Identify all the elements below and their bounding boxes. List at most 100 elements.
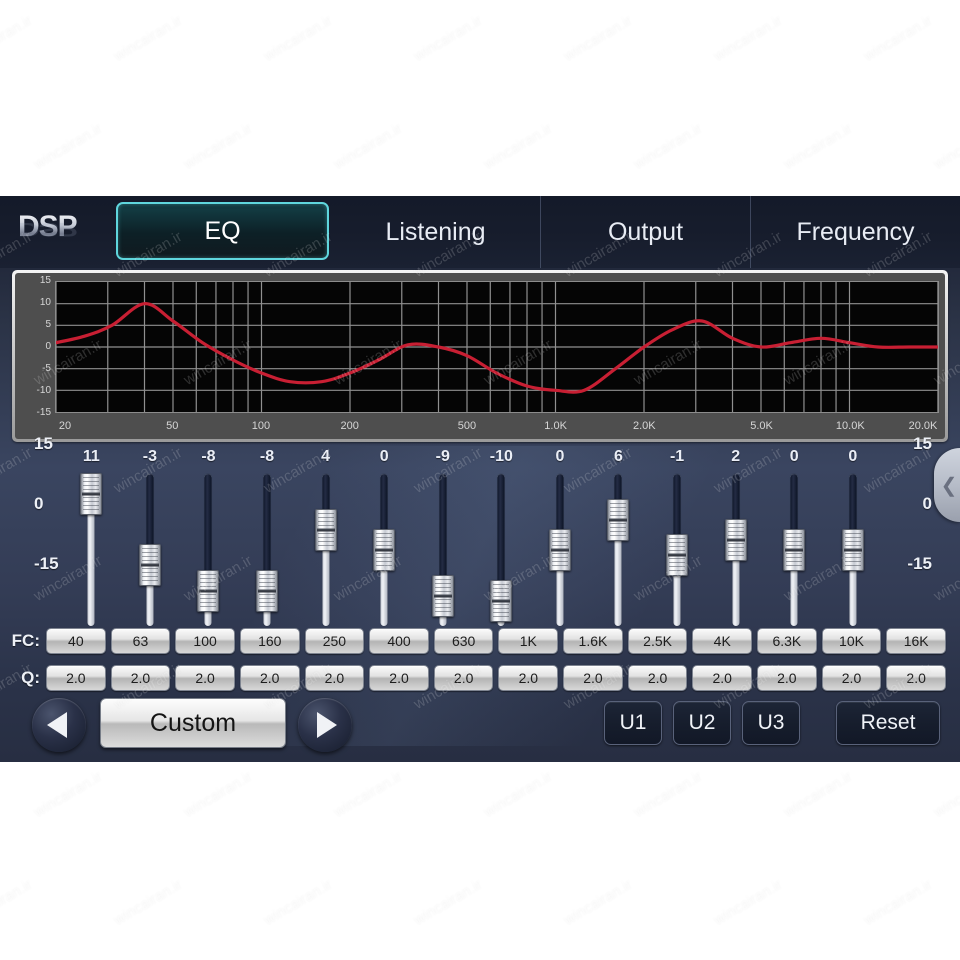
q-chip[interactable]: 2.0 <box>369 665 429 691</box>
q-chip[interactable]: 2.0 <box>175 665 235 691</box>
watermark-text: wincairan.ir <box>780 768 856 821</box>
preset-next-button[interactable] <box>298 698 352 752</box>
panel-collapse-handle[interactable]: ❮ <box>934 448 960 522</box>
slider-thumb[interactable] <box>431 574 454 617</box>
slider-thumb[interactable] <box>80 473 103 516</box>
dsp-panel: DSP DSP EQ Listening Output Frequency 15 10 5… <box>0 196 960 762</box>
chevron-left-icon: ❮ <box>940 474 958 497</box>
watermark-text: wincairan.ir <box>710 12 786 65</box>
band-slider-16K[interactable] <box>824 474 883 626</box>
preset-prev-button[interactable] <box>32 698 86 752</box>
tab-label: EQ <box>204 216 241 245</box>
band-slider-2.5K[interactable] <box>589 474 648 626</box>
fc-chip[interactable]: 16K <box>886 628 946 654</box>
slider-thumb[interactable] <box>724 518 747 561</box>
slider-thumb[interactable] <box>607 498 630 541</box>
fc-chip[interactable]: 630 <box>433 628 494 654</box>
watermark-text: wincairan.ir <box>410 12 486 65</box>
triangle-left-icon <box>47 712 67 738</box>
slider-thumb[interactable] <box>548 529 571 571</box>
slider-thumb[interactable] <box>841 529 864 571</box>
slider-thumb[interactable] <box>314 508 337 551</box>
band-slider-1.6K[interactable] <box>531 474 590 626</box>
band-slider-400[interactable] <box>355 474 414 626</box>
q-chip[interactable]: 2.0 <box>692 665 753 691</box>
q-chip[interactable]: 2.0 <box>563 665 623 691</box>
band-slider-4K[interactable] <box>648 474 707 626</box>
fc-chip[interactable]: 6.3K <box>757 628 817 654</box>
tab-listening[interactable]: Listening <box>331 196 541 268</box>
watermark-text: wincairan.ir <box>30 768 106 821</box>
band-slider-63[interactable] <box>121 474 180 626</box>
watermark-text: wincairan.ir <box>630 768 706 821</box>
user-preset-u2-button[interactable]: U2 <box>673 701 731 745</box>
watermark-text: wincairan.ir <box>930 768 960 821</box>
scale-left-top: 15 <box>34 434 53 453</box>
tab-list: EQ Listening Output Frequency <box>116 196 960 268</box>
triangle-right-icon <box>317 712 337 738</box>
q-chip[interactable]: 2.0 <box>304 665 365 691</box>
eq-graph-frame: 15 10 5 0 -5 -10 -15 20 50 100 200 500 1.0K 2.0K 5.0K… <box>12 270 948 442</box>
slider-thumb[interactable] <box>783 529 806 571</box>
q-chip[interactable]: 2.0 <box>627 665 688 691</box>
q-chip[interactable]: 2.0 <box>239 665 300 691</box>
user-preset-u3-button[interactable]: U3 <box>742 701 800 745</box>
band-gain-values: 11 -3 -8 -8 4 0 -9 -10 0 6 -1 2 0 0 <box>62 448 882 470</box>
q-chip[interactable]: 2.0 <box>110 665 171 691</box>
band-slider-160[interactable] <box>238 474 297 626</box>
tab-eq[interactable]: EQ <box>116 202 329 260</box>
q-chip[interactable]: 2.0 <box>46 665 106 691</box>
watermark-text: wincairan.ir <box>860 12 936 65</box>
tab-label: Frequency <box>796 217 915 246</box>
eq-curve-svg <box>56 282 938 412</box>
band-gain-value: -3 <box>142 448 157 465</box>
slider-thumb-notch <box>433 594 452 598</box>
fc-chip[interactable]: 400 <box>369 628 429 654</box>
q-chip[interactable]: 2.0 <box>757 665 817 691</box>
watermark-text: wincairan.ir <box>480 768 556 821</box>
fc-chip[interactable]: 2.5K <box>627 628 688 654</box>
slider-thumb[interactable] <box>490 579 513 622</box>
slider-thumb[interactable] <box>138 544 161 587</box>
slider-thumb[interactable] <box>666 534 689 577</box>
fc-chip[interactable]: 10K <box>821 628 882 654</box>
fc-chip[interactable]: 100 <box>175 628 235 654</box>
q-chip[interactable]: 2.0 <box>821 665 882 691</box>
band-gain-value: 4 <box>321 448 331 465</box>
fc-chip[interactable]: 40 <box>46 628 106 654</box>
tab-frequency[interactable]: Frequency <box>751 196 960 268</box>
slider-thumb[interactable] <box>373 529 396 571</box>
band-slider-250[interactable] <box>296 474 355 626</box>
graph-y-tick: 10 <box>39 297 51 308</box>
slider-track[interactable] <box>614 474 622 626</box>
reset-button[interactable]: Reset <box>836 701 940 745</box>
preset-name-button[interactable]: Custom <box>100 698 286 748</box>
q-chip[interactable]: 2.0 <box>433 665 494 691</box>
slider-thumb-notch <box>609 518 628 522</box>
user-preset-u1-button[interactable]: U1 <box>604 701 662 745</box>
fc-chip[interactable]: 1K <box>498 628 559 654</box>
slider-thumb[interactable] <box>256 569 279 612</box>
slider-thumb[interactable] <box>197 569 220 612</box>
band-slider-40[interactable] <box>62 473 121 626</box>
graph-x-tick: 1.0K <box>544 420 567 432</box>
scale-right-bottom: -15 <box>907 554 932 573</box>
band-slider-100[interactable] <box>179 474 238 626</box>
fc-chip[interactable]: 160 <box>239 628 300 654</box>
fc-chip[interactable]: 250 <box>304 628 365 654</box>
q-chip[interactable]: 2.0 <box>498 665 559 691</box>
fc-chip[interactable]: 63 <box>110 628 171 654</box>
slider-thumb-notch <box>82 492 101 496</box>
fc-chip[interactable]: 4K <box>692 628 753 654</box>
band-slider-6.3K[interactable] <box>706 474 765 626</box>
tab-output[interactable]: Output <box>541 196 751 268</box>
band-slider-630[interactable] <box>413 474 472 626</box>
fc-chip-list: 40 63 100 160 250 400 630 1K 1.6K 2.5K 4K 6.3K 10K 16… <box>46 628 960 654</box>
graph-x-tick: 5.0K <box>750 420 773 432</box>
band-slider-10K[interactable] <box>765 474 824 626</box>
graph-x-tick: 50 <box>166 420 179 432</box>
tab-bar: DSP DSP EQ Listening Output Frequency <box>0 196 960 268</box>
band-slider-1K[interactable] <box>472 474 531 626</box>
fc-chip[interactable]: 1.6K <box>563 628 623 654</box>
q-chip[interactable]: 2.0 <box>886 665 946 691</box>
